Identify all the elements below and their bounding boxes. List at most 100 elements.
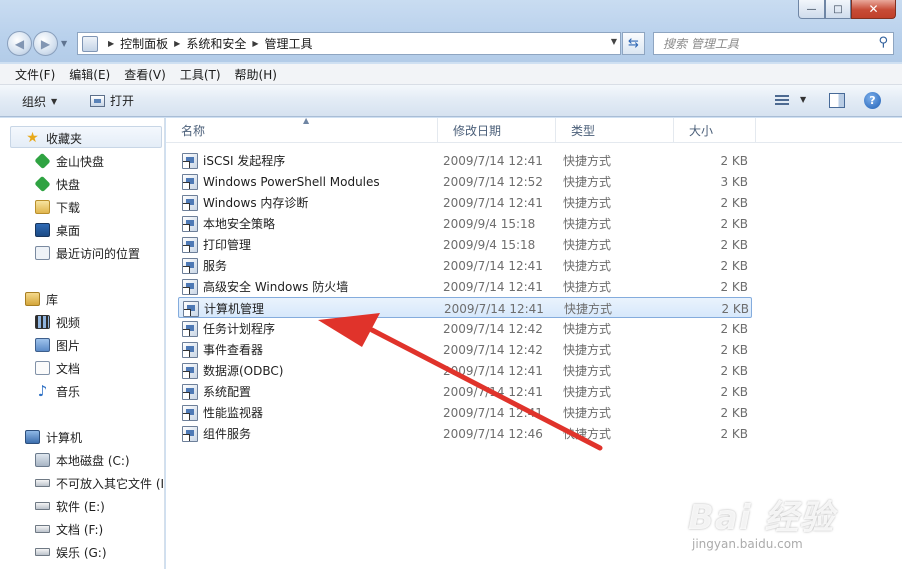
breadcrumb-separator-icon[interactable]: ▶ xyxy=(252,39,258,48)
file-row[interactable]: 事件查看器 2009/7/14 12:42 快捷方式 2 KB xyxy=(178,339,752,360)
breadcrumb-control-panel[interactable]: 控制面板 xyxy=(120,35,168,52)
search-icon[interactable]: ⚲ xyxy=(878,35,888,50)
forward-button[interactable]: ▶ xyxy=(33,31,58,56)
help-icon[interactable]: ? xyxy=(864,92,881,109)
nav-computer[interactable]: 计算机 xyxy=(25,427,82,447)
column-header-date[interactable]: 修改日期 xyxy=(438,118,556,143)
forward-arrow-icon: ▶ xyxy=(40,36,51,51)
file-row[interactable]: 计算机管理 2009/7/14 12:41 快捷方式 2 KB xyxy=(178,297,752,318)
file-row[interactable]: Windows PowerShell Modules 2009/7/14 12:5… xyxy=(178,171,752,192)
file-date: 2009/7/14 12:41 xyxy=(443,363,543,378)
breadcrumb-separator-icon[interactable]: ▶ xyxy=(108,39,114,48)
nav-computer-label: 计算机 xyxy=(46,430,83,445)
shortcut-icon xyxy=(182,341,198,358)
minimize-button[interactable]: — xyxy=(798,0,825,19)
column-header-name[interactable]: 名称 ▲ xyxy=(166,116,438,143)
menu-edit[interactable]: 编辑(E) xyxy=(62,66,117,83)
file-row[interactable]: 打印管理 2009/9/4 15:18 快捷方式 2 KB xyxy=(178,234,752,255)
nav-item-downloads[interactable]: 下载 xyxy=(35,197,80,217)
shortcut-icon xyxy=(182,320,198,337)
shortcut-icon xyxy=(182,215,198,232)
nav-favorites[interactable]: ★ 收藏夹 xyxy=(25,128,82,148)
column-header-size[interactable]: 大小 xyxy=(674,118,756,143)
search-placeholder: 搜索 管理工具 xyxy=(663,37,739,51)
file-row[interactable]: 组件服务 2009/7/14 12:46 快捷方式 2 KB xyxy=(178,423,752,444)
search-input[interactable]: 搜索 管理工具 ⚲ xyxy=(653,32,894,55)
file-date: 2009/7/14 12:41 xyxy=(443,384,543,399)
menu-help[interactable]: 帮助(H) xyxy=(228,66,284,83)
shortcut-icon xyxy=(182,362,198,379)
nav-item-drive-f[interactable]: 文档 (F:) xyxy=(35,519,103,539)
nav-item-documents[interactable]: 文档 xyxy=(35,358,80,378)
file-type: 快捷方式 xyxy=(564,302,613,316)
refresh-button[interactable]: ⇆ xyxy=(622,32,645,55)
address-dropdown-icon[interactable]: ▼ xyxy=(611,37,617,46)
file-name: 打印管理 xyxy=(203,238,252,252)
file-row[interactable]: 系统配置 2009/7/14 12:41 快捷方式 2 KB xyxy=(178,381,752,402)
address-bar[interactable]: ▶ 控制面板 ▶ 系统和安全 ▶ 管理工具 ▼ xyxy=(77,32,621,55)
nav-libraries[interactable]: 库 xyxy=(25,289,58,309)
file-row[interactable]: 任务计划程序 2009/7/14 12:42 快捷方式 2 KB xyxy=(178,318,752,339)
nav-item-kuaipan[interactable]: 快盘 xyxy=(34,174,80,194)
nav-item-drive-c[interactable]: 本地磁盘 (C:) xyxy=(35,450,130,470)
nav-item-drive-i[interactable]: 不可放入其它文件 (I xyxy=(35,473,164,493)
file-type: 快捷方式 xyxy=(563,364,612,378)
file-row[interactable]: Windows 内存诊断 2009/7/14 12:41 快捷方式 2 KB xyxy=(178,192,752,213)
nav-item-desktop[interactable]: 桌面 xyxy=(35,220,80,240)
organize-label: 组织 xyxy=(22,95,47,109)
nav-item-drive-e[interactable]: 软件 (E:) xyxy=(35,496,105,516)
nav-item-videos[interactable]: 视频 xyxy=(35,312,80,332)
file-date: 2009/7/14 12:41 xyxy=(443,279,543,294)
recent-pages-dropdown-icon[interactable]: ▼ xyxy=(61,39,67,48)
nav-item-label: 娱乐 (G:) xyxy=(56,545,107,560)
file-name-cell: 事件查看器 xyxy=(182,339,263,360)
window-controls: — □ ✕ xyxy=(798,0,896,19)
file-row[interactable]: 服务 2009/7/14 12:41 快捷方式 2 KB xyxy=(178,255,752,276)
file-name: 系统配置 xyxy=(203,385,252,399)
file-type: 快捷方式 xyxy=(563,175,612,189)
file-name: 计算机管理 xyxy=(204,302,265,316)
maximize-button[interactable]: □ xyxy=(825,0,851,19)
menu-file[interactable]: 文件(F) xyxy=(8,66,62,83)
preview-pane-icon[interactable] xyxy=(829,93,845,108)
menu-tools[interactable]: 工具(T) xyxy=(173,66,228,83)
menu-view[interactable]: 查看(V) xyxy=(117,66,173,83)
breadcrumb-system-security[interactable]: 系统和安全 xyxy=(186,35,246,52)
column-name-label: 名称 xyxy=(181,124,206,138)
organize-button[interactable]: 组织 ▼ xyxy=(22,93,57,110)
view-options-chevron-icon[interactable]: ▼ xyxy=(800,95,806,104)
column-type-label: 类型 xyxy=(571,124,596,138)
file-size: 3 KB xyxy=(720,174,748,189)
nav-item-drive-g[interactable]: 娱乐 (G:) xyxy=(35,542,107,562)
nav-item-recent-places[interactable]: 最近访问的位置 xyxy=(35,243,140,263)
shortcut-icon xyxy=(182,236,198,253)
file-size: 2 KB xyxy=(721,301,749,316)
open-button[interactable]: 打开 xyxy=(90,92,134,109)
file-size: 2 KB xyxy=(720,384,748,399)
file-date: 2009/7/14 12:52 xyxy=(443,174,543,189)
nav-item-label: 文档 (F:) xyxy=(56,522,104,537)
change-view-icon[interactable] xyxy=(775,95,789,107)
star-icon: ★ xyxy=(26,130,39,146)
back-button[interactable]: ◀ xyxy=(7,31,32,56)
nav-libraries-label: 库 xyxy=(46,292,59,307)
shortcut-icon xyxy=(182,152,198,169)
file-row[interactable]: 本地安全策略 2009/9/4 15:18 快捷方式 2 KB xyxy=(178,213,752,234)
breadcrumb-admin-tools[interactable]: 管理工具 xyxy=(265,35,313,52)
breadcrumb-separator-icon[interactable]: ▶ xyxy=(174,39,180,48)
file-date: 2009/7/14 12:42 xyxy=(443,342,543,357)
file-date: 2009/7/14 12:41 xyxy=(443,405,543,420)
shortcut-icon xyxy=(182,425,198,442)
file-row[interactable]: 数据源(ODBC) 2009/7/14 12:41 快捷方式 2 KB xyxy=(178,360,752,381)
file-row[interactable]: iSCSI 发起程序 2009/7/14 12:41 快捷方式 2 KB xyxy=(178,150,752,171)
nav-item-kingsoft-kuaipan[interactable]: 金山快盘 xyxy=(34,151,104,171)
file-row[interactable]: 高级安全 Windows 防火墙 2009/7/14 12:41 快捷方式 2 KB xyxy=(178,276,752,297)
nav-item-music[interactable]: ♪ 音乐 xyxy=(35,381,80,401)
nav-item-pictures[interactable]: 图片 xyxy=(35,335,80,355)
kuaipan-icon xyxy=(34,152,51,170)
column-header-type[interactable]: 类型 xyxy=(556,118,674,143)
close-button[interactable]: ✕ xyxy=(851,0,896,19)
file-name: 服务 xyxy=(203,259,228,273)
file-row[interactable]: 性能监视器 2009/7/14 12:41 快捷方式 2 KB xyxy=(178,402,752,423)
shortcut-icon xyxy=(182,278,198,295)
